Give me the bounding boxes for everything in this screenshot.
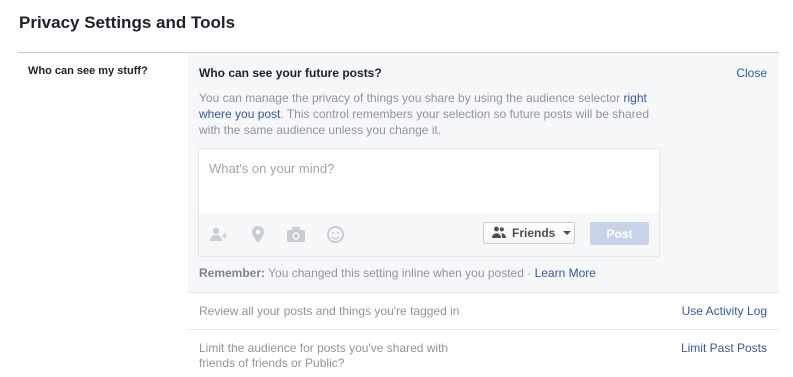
friends-icon (492, 226, 506, 241)
remember-note: Remember: You changed this setting inlin… (199, 266, 596, 280)
tag-friends-icon[interactable] (209, 225, 227, 243)
panel-title: Who can see your future posts? (199, 66, 382, 80)
activity-log-text: Review all your posts and things you're … (199, 304, 460, 318)
post-composer: What's on your mind? Friends Post (198, 148, 660, 257)
composer-toolbar: Friends Post (199, 213, 659, 256)
close-link[interactable]: Close (736, 66, 767, 80)
limit-past-posts-text: Limit the audience for posts you've shar… (199, 341, 449, 370)
composer-input[interactable]: What's on your mind? (209, 161, 334, 176)
post-button[interactable]: Post (590, 222, 649, 245)
remember-text: You changed this setting inline when you… (265, 266, 535, 280)
camera-icon[interactable] (287, 225, 305, 243)
use-activity-log-link[interactable]: Use Activity Log (682, 304, 767, 318)
limit-past-posts-link[interactable]: Limit Past Posts (681, 341, 767, 355)
limit-past-posts-row: Limit the audience for posts you've shar… (188, 329, 779, 377)
description-text-start: You can manage the privacy of things you… (199, 91, 624, 105)
page-title: Privacy Settings and Tools (19, 13, 236, 32)
location-icon[interactable] (249, 225, 267, 243)
future-posts-panel: Who can see your future posts? Close You… (188, 53, 779, 293)
learn-more-link[interactable]: Learn More (535, 266, 596, 280)
panel-description: You can manage the privacy of things you… (199, 90, 669, 138)
audience-selector[interactable]: Friends (483, 222, 575, 244)
chevron-down-icon (563, 231, 572, 235)
emoji-icon[interactable] (326, 225, 344, 243)
remember-label: Remember: (199, 266, 266, 280)
section-label: Who can see my stuff? (28, 65, 148, 77)
activity-log-row: Review all your posts and things you're … (188, 292, 779, 330)
audience-label: Friends (512, 226, 556, 240)
